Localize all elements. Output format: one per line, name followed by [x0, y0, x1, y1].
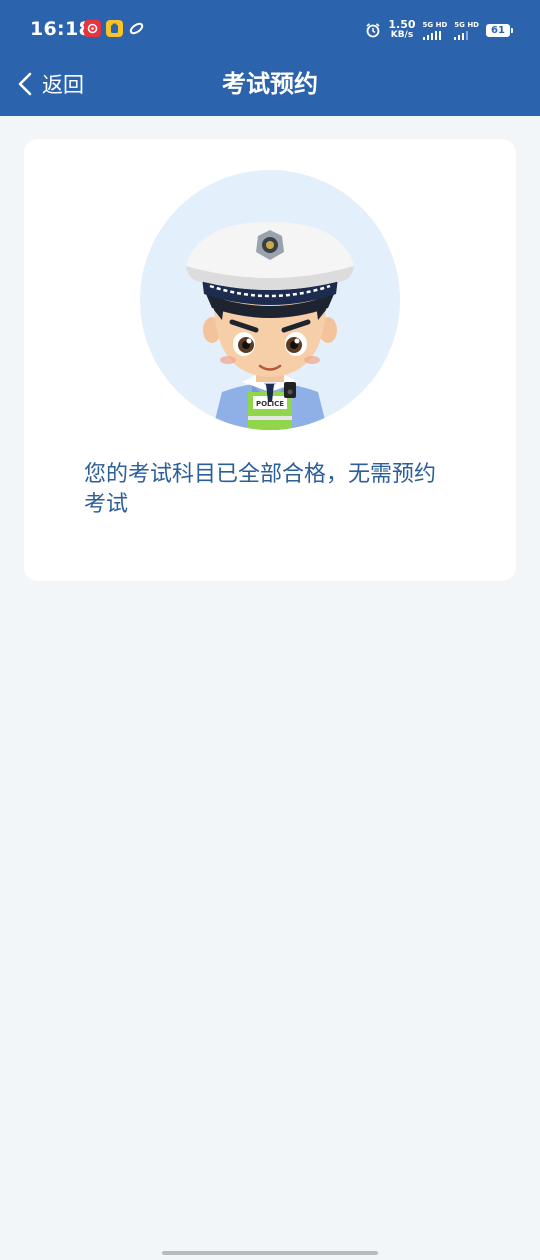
nav-bar: 返回 考试预约 [0, 60, 540, 116]
notification-icons [84, 20, 145, 37]
sim1-signal: 5G HD [422, 20, 448, 40]
home-indicator[interactable] [162, 1251, 378, 1255]
signal-bars-icon [422, 30, 441, 40]
signal-bars-icon [454, 30, 469, 40]
battery-icon: 61 [486, 23, 513, 37]
app-header: 16:18 1.50 KB/s 5G HD 5G HD 61 返回 考试预约 [0, 0, 540, 116]
netease-music-icon [84, 20, 101, 37]
alarm-icon [366, 23, 380, 38]
sim1-label: 5G HD [422, 20, 448, 29]
page-title: 考试预约 [222, 70, 318, 98]
net-speed-unit: KB/s [390, 30, 414, 40]
battery-level: 61 [491, 24, 505, 36]
sim2-signal: 5G HD [454, 21, 479, 40]
sim2-label: 5G HD [454, 20, 479, 29]
app-notification-icon [106, 20, 123, 37]
police-officer-avatar: POLICE [140, 170, 400, 430]
status-indicators: 1.50 KB/s 5G HD 5G HD 61 [365, 18, 513, 40]
net-speed: 1.50 KB/s [388, 18, 416, 40]
status-time: 16:18 [30, 18, 92, 40]
net-speed-value: 1.50 [388, 18, 416, 31]
result-card: POLICE 您的考试科目已全部合格，无需预约考试 [24, 139, 516, 581]
status-bar: 16:18 1.50 KB/s 5G HD 5G HD 61 [0, 0, 540, 60]
exam-status-message: 您的考试科目已全部合格，无需预约考试 [84, 462, 437, 517]
link-icon [128, 20, 145, 37]
